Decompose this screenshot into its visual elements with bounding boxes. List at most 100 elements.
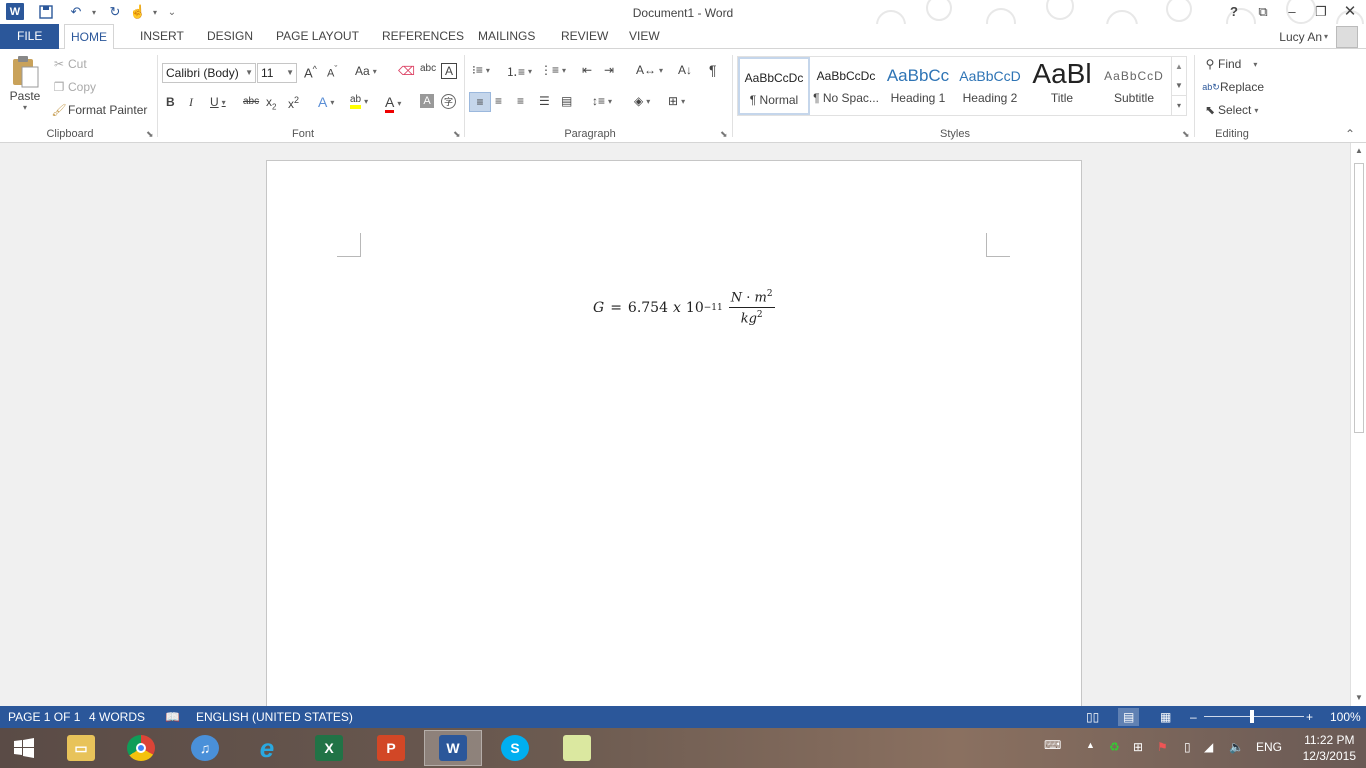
character-border-button[interactable]: A — [441, 63, 457, 79]
tab-review[interactable]: REVIEW — [555, 24, 614, 49]
bold-button[interactable]: B — [166, 95, 175, 109]
tab-file[interactable]: FILE — [0, 24, 60, 49]
phonetic-guide-button[interactable]: abc — [420, 63, 436, 74]
taskbar-internet-explorer[interactable]: e — [238, 730, 296, 766]
taskbar-word[interactable]: W — [424, 730, 482, 766]
tab-home[interactable]: HOME — [64, 24, 114, 50]
scroll-thumb[interactable] — [1354, 163, 1364, 433]
web-layout-icon[interactable]: ▦ — [1160, 710, 1171, 724]
select-button[interactable]: ⬉ Select ▾ — [1202, 103, 1258, 117]
show-hide-marks-button[interactable]: ¶ — [709, 62, 717, 78]
battery-icon[interactable]: ▯ — [1184, 740, 1191, 754]
font-color-button[interactable]: A ▾ — [385, 94, 401, 113]
tab-view[interactable]: VIEW — [623, 24, 666, 49]
word-count[interactable]: 4 WORDS — [89, 710, 145, 724]
style-no-spacing[interactable]: AaBbCcDc ¶ No Spac... — [810, 57, 882, 115]
shading-button[interactable]: ◈ ▾ — [634, 94, 650, 108]
strikethrough-button[interactable]: abc — [243, 96, 259, 107]
style-title[interactable]: AaBl Title — [1026, 57, 1098, 115]
tab-insert[interactable]: INSERT — [134, 24, 190, 49]
superscript-button[interactable]: x2 — [288, 95, 299, 111]
zoom-slider[interactable] — [1204, 716, 1304, 717]
borders-button[interactable]: ⊞ ▾ — [668, 94, 685, 108]
windows-flag-icon[interactable]: ⊞ — [1133, 740, 1143, 754]
input-language[interactable]: ENG — [1256, 740, 1282, 754]
user-name[interactable]: Lucy An — [1279, 30, 1322, 44]
format-painter-button[interactable]: 🖌 Format Painter — [50, 103, 147, 117]
increase-indent-button[interactable]: ⇥ — [604, 63, 614, 77]
gravitational-constant-equation[interactable]: G = 6.754 x 10 −11 N · m2 kg2 — [593, 289, 775, 327]
taskbar-sticky-notes[interactable] — [548, 730, 606, 766]
decrease-indent-button[interactable]: ⇤ — [582, 63, 592, 77]
show-hidden-icons-icon[interactable]: ▲ — [1086, 740, 1095, 750]
tab-page-layout[interactable]: PAGE LAYOUT — [270, 24, 365, 49]
scroll-up-icon[interactable]: ▲ — [1351, 143, 1366, 159]
paragraph-launcher-icon[interactable]: ⬊ — [720, 129, 728, 140]
page-count[interactable]: PAGE 1 OF 1 — [8, 710, 80, 724]
change-case-button[interactable]: Aa ▾ — [355, 64, 377, 78]
italic-button[interactable]: I — [189, 95, 193, 110]
volume-icon[interactable]: 🔈 — [1229, 740, 1244, 754]
print-layout-icon[interactable]: ▤ — [1118, 708, 1140, 726]
proofing-icon[interactable]: 📖 — [165, 710, 180, 724]
chevron-down-icon[interactable]: ▼ — [1172, 76, 1186, 95]
styles-more-icon[interactable]: ▾ — [1172, 95, 1186, 114]
ribbon-display-options-icon[interactable]: ⧉ — [1251, 2, 1275, 22]
language[interactable]: ENGLISH (UNITED STATES) — [196, 710, 353, 724]
scroll-down-icon[interactable]: ▼ — [1351, 690, 1366, 706]
bullets-button[interactable]: ⁝≡ ▾ — [472, 63, 490, 77]
touch-keyboard-icon[interactable]: ⌨ — [1044, 738, 1061, 752]
taskbar-powerpoint[interactable]: P — [362, 730, 420, 766]
line-spacing-button[interactable]: ↕≡ ▾ — [592, 94, 612, 108]
find-button[interactable]: ⚲ Find ▾ — [1202, 57, 1258, 71]
paste-button[interactable]: Paste ▾ — [8, 55, 42, 112]
zoom-in-icon[interactable]: + — [1306, 710, 1313, 724]
wifi-icon[interactable]: ◢ — [1204, 740, 1213, 754]
align-right-button[interactable]: ≡ — [517, 94, 524, 108]
avatar[interactable] — [1336, 26, 1358, 48]
text-direction-button[interactable]: A↔ ▾ — [636, 63, 663, 77]
grow-font-button[interactable]: A^ — [304, 64, 317, 80]
clock[interactable]: 11:22 PM 12/3/2015 — [1303, 732, 1356, 764]
taskbar-file-explorer[interactable]: ▭ — [52, 730, 110, 766]
align-center-button[interactable]: ≡ — [495, 94, 502, 108]
minimize-button[interactable]: – — [1280, 2, 1304, 22]
zoom-level[interactable]: 100% — [1330, 710, 1361, 724]
font-launcher-icon[interactable]: ⬊ — [453, 129, 461, 140]
style-normal[interactable]: AaBbCcDc ¶ Normal — [738, 57, 810, 115]
restore-button[interactable]: ❐ — [1309, 2, 1333, 22]
taskbar-chrome[interactable] — [112, 730, 170, 766]
replace-button[interactable]: ab↻ Replace — [1202, 80, 1264, 94]
style-heading-2[interactable]: AaBbCcD Heading 2 — [954, 57, 1026, 115]
underline-button[interactable]: U ▾ — [210, 95, 226, 109]
font-name-combo[interactable]: Calibri (Body) ▼ — [162, 63, 256, 83]
user-dropdown-icon[interactable]: ▾ — [1324, 32, 1328, 41]
read-mode-icon[interactable]: ▯▯ — [1086, 710, 1099, 724]
close-button[interactable]: ✕ — [1338, 2, 1362, 22]
clear-formatting-button[interactable]: ⌫ — [398, 64, 415, 78]
help-icon[interactable]: ? — [1222, 2, 1246, 22]
multilevel-list-button[interactable]: ⋮≡ ▾ — [540, 63, 566, 77]
action-center-icon[interactable]: ⚑ — [1157, 740, 1168, 754]
justify-button[interactable]: ☰ — [539, 94, 550, 108]
tab-mailings[interactable]: MAILINGS — [472, 24, 541, 49]
taskbar-skype[interactable]: S — [486, 730, 544, 766]
zoom-slider-thumb[interactable] — [1250, 710, 1254, 723]
sort-button[interactable]: A↓ — [678, 63, 692, 77]
taskbar-itunes[interactable]: ♫ — [176, 730, 234, 766]
sync-icon[interactable]: ♻ — [1109, 740, 1120, 754]
align-left-button[interactable]: ≡ — [469, 92, 491, 112]
distributed-button[interactable]: ▤ — [561, 94, 572, 108]
start-button[interactable] — [0, 730, 48, 766]
document-page[interactable]: G = 6.754 x 10 −11 N · m2 kg2 — [266, 160, 1082, 706]
taskbar-excel[interactable]: X — [300, 730, 358, 766]
highlight-button[interactable]: ab ▾ — [350, 94, 368, 109]
character-shading-button[interactable]: A — [420, 94, 434, 108]
clipboard-launcher-icon[interactable]: ⬊ — [146, 129, 154, 140]
collapse-ribbon-icon[interactable]: ⌃ — [1345, 127, 1355, 141]
tab-design[interactable]: DESIGN — [201, 24, 259, 49]
text-effects-button[interactable]: A ▾ — [318, 94, 334, 110]
chevron-up-icon[interactable]: ▲ — [1172, 57, 1186, 76]
vertical-scrollbar[interactable]: ▲ ▼ — [1350, 143, 1366, 706]
style-heading-1[interactable]: AaBbCc Heading 1 — [882, 57, 954, 115]
